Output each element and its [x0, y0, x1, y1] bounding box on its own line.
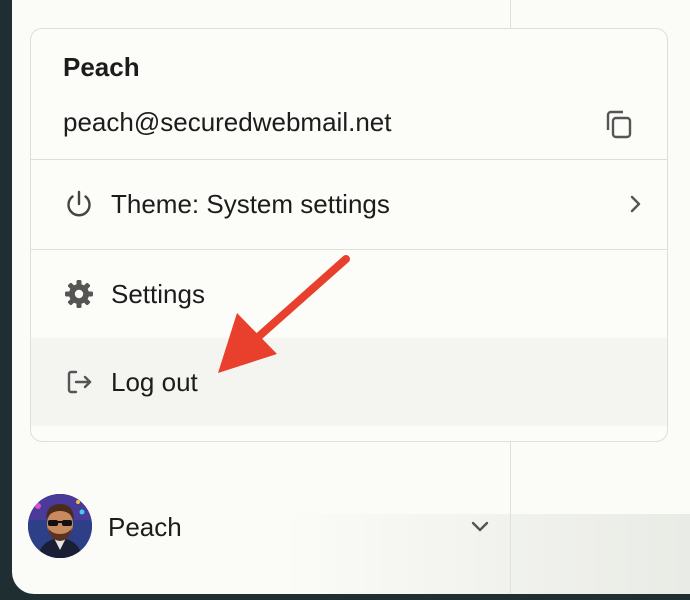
gear-icon	[63, 278, 95, 310]
logout-label: Log out	[111, 367, 198, 397]
chevron-down-icon	[468, 516, 492, 536]
avatar	[28, 494, 92, 558]
user-email: peach@securedwebmail.net	[63, 107, 392, 137]
account-menu: Peach peach@securedwebmail.net Theme: Sy…	[30, 28, 668, 442]
copy-icon[interactable]	[599, 105, 639, 145]
theme-label: Theme: System settings	[111, 189, 390, 219]
logout-icon	[63, 366, 95, 398]
menu-header: Peach peach@securedwebmail.net	[31, 29, 667, 159]
logout-menu-item[interactable]: Log out	[31, 338, 667, 426]
chevron-right-icon	[625, 192, 645, 216]
account-switcher[interactable]: Peach	[28, 494, 502, 564]
settings-menu-item[interactable]: Settings	[31, 250, 667, 338]
power-icon	[63, 188, 95, 220]
app-window: Peach peach@securedwebmail.net Theme: Sy…	[12, 0, 690, 594]
theme-menu-item[interactable]: Theme: System settings	[31, 160, 667, 248]
user-name: Peach	[63, 52, 140, 82]
settings-label: Settings	[111, 279, 205, 309]
account-name: Peach	[108, 512, 182, 542]
